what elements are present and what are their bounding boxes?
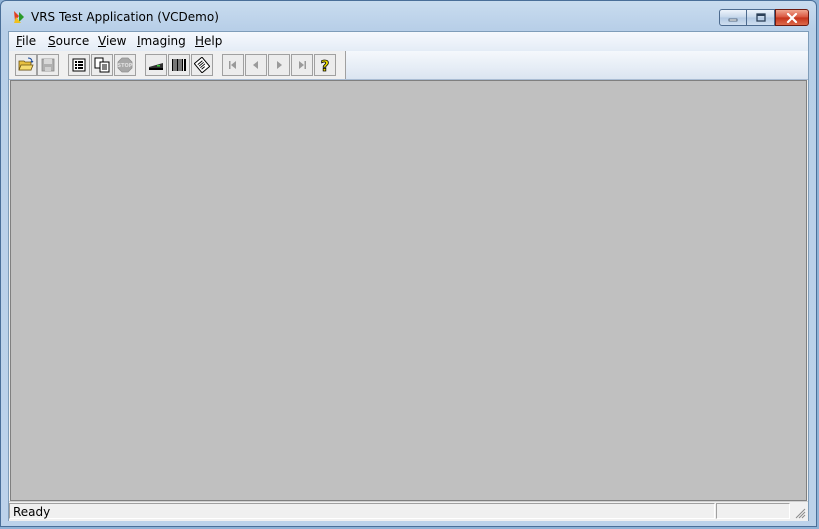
minimize-icon [728, 18, 738, 21]
status-pane-main: Ready [9, 503, 715, 519]
save-button[interactable] [37, 54, 59, 76]
help-icon: ? [320, 57, 330, 73]
title-bar[interactable]: VRS Test Application (VCDemo) [1, 1, 816, 31]
menu-imaging[interactable]: Imaging [137, 34, 186, 48]
window-title: VRS Test Application (VCDemo) [31, 10, 219, 24]
last-page-button[interactable] [291, 54, 313, 76]
first-page-icon [229, 61, 236, 69]
menu-view[interactable]: View [98, 34, 126, 48]
help-label: ? [321, 57, 330, 73]
properties-button[interactable] [68, 54, 90, 76]
stop-button[interactable]: STOP [114, 54, 136, 76]
rotate-button[interactable] [191, 54, 213, 76]
copy-pages-icon [94, 57, 110, 73]
last-page-icon [299, 61, 306, 69]
first-page-button[interactable] [222, 54, 244, 76]
previous-page-icon [253, 61, 258, 69]
previous-page-button[interactable] [245, 54, 267, 76]
client-area: File Source View Imaging Help STOP ? Rea… [8, 31, 809, 521]
close-button[interactable] [775, 9, 809, 26]
status-bar: Ready [9, 501, 808, 521]
toolbar-buttons-region: STOP ? [9, 51, 346, 79]
next-page-button[interactable] [268, 54, 290, 76]
open-folder-icon [18, 57, 34, 71]
menu-source[interactable]: Source [48, 34, 89, 48]
next-page-icon [277, 61, 282, 69]
minimize-button[interactable] [719, 9, 747, 26]
stop-label: STOP [118, 63, 133, 69]
scanner-icon [149, 63, 163, 70]
rotate-page-icon [194, 57, 210, 73]
copy-pages-button[interactable] [91, 54, 113, 76]
document-workspace[interactable] [10, 80, 807, 501]
menu-bar: File Source View Imaging Help [9, 32, 808, 52]
app-icon [14, 11, 24, 23]
save-icon [41, 58, 55, 72]
maximize-icon [755, 13, 766, 22]
stop-icon: STOP [118, 57, 133, 73]
maximize-button[interactable] [747, 9, 775, 26]
barcode-icon [172, 59, 186, 71]
resize-grip-icon[interactable] [794, 507, 806, 519]
menu-help[interactable]: Help [195, 34, 222, 48]
application-window: VRS Test Application (VCDemo) File Sourc… [0, 0, 817, 527]
toolbar: STOP ? [9, 51, 808, 80]
properties-icon [72, 58, 86, 72]
menu-file[interactable]: File [16, 34, 36, 48]
status-text: Ready [13, 505, 51, 519]
help-button[interactable]: ? [314, 54, 336, 76]
open-button[interactable] [15, 54, 37, 76]
status-pane-secondary [716, 503, 790, 519]
scan-button[interactable] [145, 54, 167, 76]
barcode-button[interactable] [168, 54, 190, 76]
close-icon [786, 12, 798, 23]
